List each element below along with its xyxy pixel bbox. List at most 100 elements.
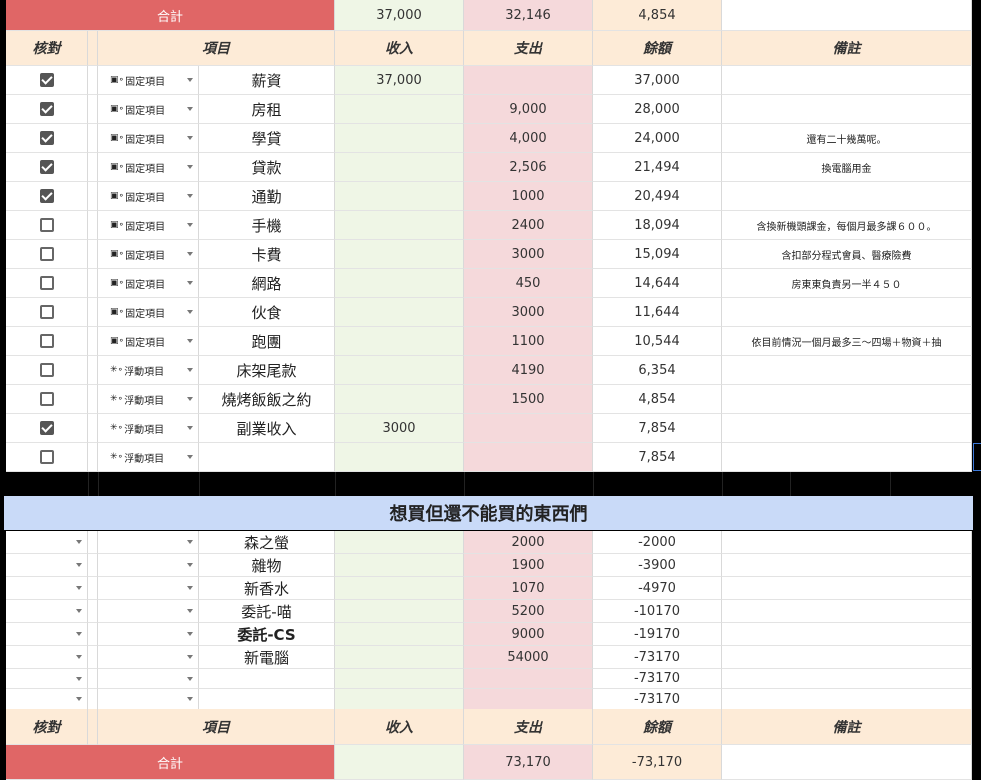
dropdown-arrow-icon[interactable]: [187, 586, 193, 590]
check-cell[interactable]: [6, 356, 88, 385]
dropdown-arrow-icon[interactable]: [187, 165, 193, 169]
check-cell[interactable]: [6, 182, 88, 211]
category-chip[interactable]: ▣∘ 固定項目: [98, 189, 198, 204]
dropdown-arrow-icon[interactable]: [76, 676, 82, 681]
note-cell[interactable]: 依目前情況一個月最多三～四場＋物資＋抽: [722, 327, 972, 356]
income-cell[interactable]: [335, 385, 464, 414]
dropdown-arrow-icon[interactable]: [187, 397, 193, 401]
check-cell[interactable]: [6, 385, 88, 414]
item-name[interactable]: 燒烤飯飯之約: [199, 385, 335, 414]
category-dropdown[interactable]: ✳∘ 浮動項目: [98, 385, 199, 414]
category-chip[interactable]: ▣∘ 固定項目: [98, 305, 198, 320]
dropdown-arrow-icon[interactable]: [76, 655, 82, 659]
category-dropdown[interactable]: ▣∘ 固定項目: [98, 240, 199, 269]
check-cell[interactable]: [6, 689, 88, 710]
dropdown-arrow-icon[interactable]: [187, 368, 193, 372]
check-cell[interactable]: [6, 669, 88, 689]
income-cell[interactable]: [335, 269, 464, 298]
dropdown-arrow-icon[interactable]: [187, 339, 193, 343]
check-cell[interactable]: [6, 153, 88, 182]
dropdown-arrow-icon[interactable]: [76, 563, 82, 567]
note-cell[interactable]: [722, 577, 972, 600]
expense-cell[interactable]: 4190: [464, 356, 593, 385]
check-cell[interactable]: [6, 443, 88, 472]
expense-cell[interactable]: 1070: [464, 577, 593, 600]
category-chip[interactable]: ▣∘ 固定項目: [98, 160, 198, 175]
check-cell[interactable]: [6, 646, 88, 669]
note-cell[interactable]: [722, 414, 972, 443]
dropdown-arrow-icon[interactable]: [187, 78, 193, 82]
check-cell[interactable]: [6, 577, 88, 600]
checkbox[interactable]: [39, 218, 54, 232]
item-name[interactable]: 床架尾款: [199, 356, 335, 385]
dropdown-arrow-icon[interactable]: [187, 676, 193, 681]
item-name[interactable]: 跑團: [199, 327, 335, 356]
checkbox[interactable]: [39, 102, 54, 116]
category-dropdown[interactable]: [98, 531, 199, 554]
checkbox[interactable]: [39, 450, 54, 464]
expense-cell[interactable]: [464, 66, 593, 95]
expense-cell[interactable]: 3000: [464, 298, 593, 327]
item-name[interactable]: 房租: [199, 95, 335, 124]
check-cell[interactable]: [6, 298, 88, 327]
expense-cell[interactable]: 1000: [464, 182, 593, 211]
item-name[interactable]: 卡費: [199, 240, 335, 269]
category-dropdown[interactable]: ▣∘ 固定項目: [98, 153, 199, 182]
checkbox[interactable]: [39, 363, 54, 377]
dropdown-arrow-icon[interactable]: [187, 426, 193, 430]
dropdown-arrow-icon[interactable]: [76, 697, 82, 701]
expense-cell[interactable]: 5200: [464, 600, 593, 623]
category-dropdown[interactable]: ▣∘ 固定項目: [98, 298, 199, 327]
note-cell[interactable]: [722, 689, 972, 710]
dropdown-arrow-icon[interactable]: [187, 310, 193, 314]
item-name[interactable]: [199, 669, 335, 689]
income-cell[interactable]: [335, 646, 464, 669]
note-cell[interactable]: [722, 182, 972, 211]
checkbox[interactable]: [39, 276, 54, 290]
dropdown-arrow-icon[interactable]: [187, 455, 193, 459]
note-cell[interactable]: [722, 443, 972, 472]
item-name[interactable]: 網路: [199, 269, 335, 298]
item-name[interactable]: 森之螢: [199, 531, 335, 554]
category-dropdown[interactable]: ✳∘ 浮動項目: [98, 414, 199, 443]
income-cell[interactable]: [335, 669, 464, 689]
category-chip[interactable]: ▣∘ 固定項目: [98, 247, 198, 262]
checkbox[interactable]: [39, 247, 54, 261]
check-cell[interactable]: [6, 554, 88, 577]
item-name[interactable]: 通勤: [199, 182, 335, 211]
income-cell[interactable]: [335, 443, 464, 472]
dropdown-arrow-icon[interactable]: [76, 632, 82, 636]
item-name[interactable]: 副業收入: [199, 414, 335, 443]
note-cell[interactable]: [722, 554, 972, 577]
dropdown-arrow-icon[interactable]: [187, 136, 193, 140]
expense-cell[interactable]: [464, 414, 593, 443]
check-cell[interactable]: [6, 124, 88, 153]
dropdown-arrow-icon[interactable]: [76, 609, 82, 613]
expense-cell[interactable]: 2000: [464, 531, 593, 554]
category-chip[interactable]: ✳∘ 浮動項目: [98, 363, 198, 378]
dropdown-arrow-icon[interactable]: [187, 609, 193, 613]
income-cell[interactable]: [335, 124, 464, 153]
dropdown-arrow-icon[interactable]: [187, 632, 193, 636]
dropdown-arrow-icon[interactable]: [187, 107, 193, 111]
category-dropdown[interactable]: ▣∘ 固定項目: [98, 327, 199, 356]
dropdown-arrow-icon[interactable]: [187, 655, 193, 659]
note-cell[interactable]: [722, 600, 972, 623]
expense-cell[interactable]: 1500: [464, 385, 593, 414]
check-cell[interactable]: [6, 414, 88, 443]
income-cell[interactable]: [335, 554, 464, 577]
category-dropdown[interactable]: [98, 689, 199, 710]
item-name[interactable]: [199, 689, 335, 710]
category-dropdown[interactable]: ▣∘ 固定項目: [98, 211, 199, 240]
note-cell[interactable]: [722, 646, 972, 669]
note-cell[interactable]: [722, 623, 972, 646]
note-cell[interactable]: 含換新機頭課金，每個月最多課６００。: [722, 211, 972, 240]
check-cell[interactable]: [6, 623, 88, 646]
item-name[interactable]: 委託-喵: [199, 600, 335, 623]
category-dropdown[interactable]: [98, 646, 199, 669]
note-cell[interactable]: 含扣部分程式會員、醫療險費: [722, 240, 972, 269]
item-name[interactable]: 薪資: [199, 66, 335, 95]
dropdown-arrow-icon[interactable]: [187, 252, 193, 256]
check-cell[interactable]: [6, 95, 88, 124]
dropdown-arrow-icon[interactable]: [187, 540, 193, 544]
